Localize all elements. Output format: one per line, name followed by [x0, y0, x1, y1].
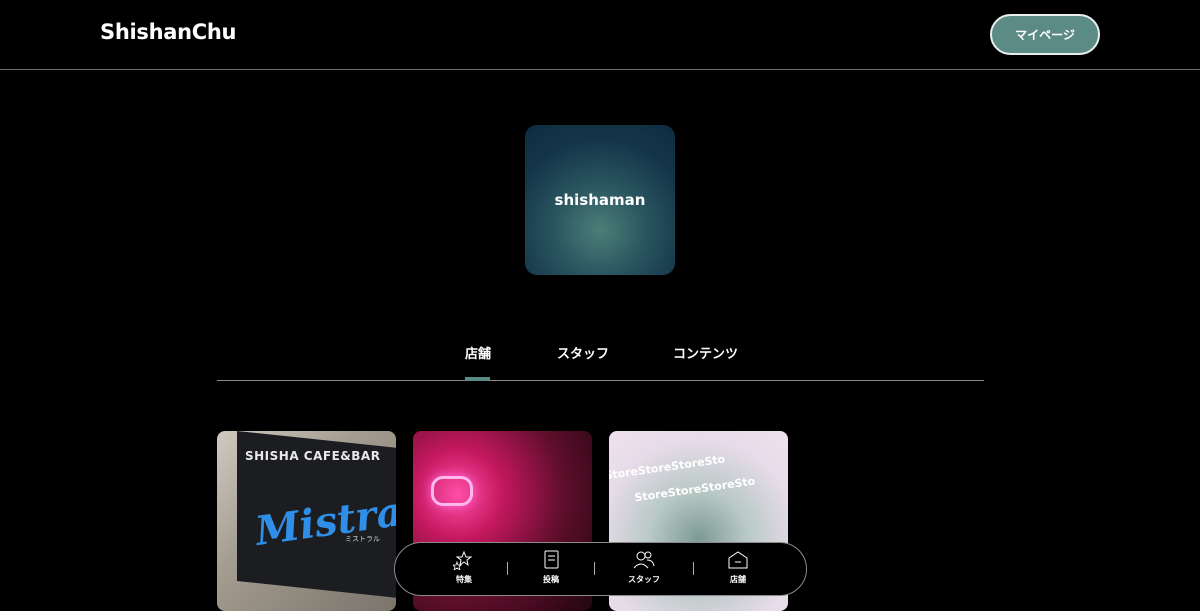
profile-name: shishaman	[554, 191, 646, 209]
active-tab-indicator	[465, 377, 490, 381]
tab-staff[interactable]: スタッフ	[557, 343, 609, 362]
store-placeholder-text: StoreStoreStoreSto	[609, 452, 726, 483]
people-icon	[633, 551, 655, 569]
nav-item-features[interactable]: 特集	[434, 550, 494, 585]
tab-stores[interactable]: 店舗	[465, 343, 491, 362]
neon-sign-image	[431, 476, 473, 506]
sign-kana-text: ミストラル	[345, 535, 380, 543]
nav-label-stores: 店舗	[730, 575, 746, 584]
document-icon	[544, 550, 559, 569]
store-card-mistral[interactable]: SHISHA CAFE&BAR Mistral ミストラル	[217, 431, 396, 611]
nav-item-stores[interactable]: 店舗	[708, 550, 768, 585]
mypage-button[interactable]: マイページ	[990, 14, 1100, 55]
nav-label-staff: スタッフ	[628, 575, 660, 584]
nav-label-posts: 投稿	[543, 575, 559, 584]
nav-item-staff[interactable]: スタッフ	[614, 550, 674, 585]
nav-separator	[594, 562, 595, 575]
top-header: ShishanChu マイページ	[0, 0, 1200, 70]
sign-top-text: SHISHA CAFE&BAR	[245, 449, 381, 463]
bottom-navigation: 特集 投稿 スタッフ 店舗	[394, 542, 807, 596]
store-placeholder-text: StoreStoreStoreSto	[633, 474, 756, 505]
nav-separator	[507, 562, 508, 575]
store-icon	[728, 551, 748, 569]
nav-label-features: 特集	[456, 575, 472, 584]
site-logo[interactable]: ShishanChu	[100, 20, 236, 44]
nav-item-posts[interactable]: 投稿	[521, 550, 581, 585]
stars-icon	[453, 550, 473, 570]
tab-contents[interactable]: コンテンツ	[673, 343, 738, 362]
profile-avatar: shishaman	[525, 125, 675, 275]
profile-tabs: 店舗 スタッフ コンテンツ	[217, 330, 984, 381]
nav-separator	[693, 562, 694, 575]
